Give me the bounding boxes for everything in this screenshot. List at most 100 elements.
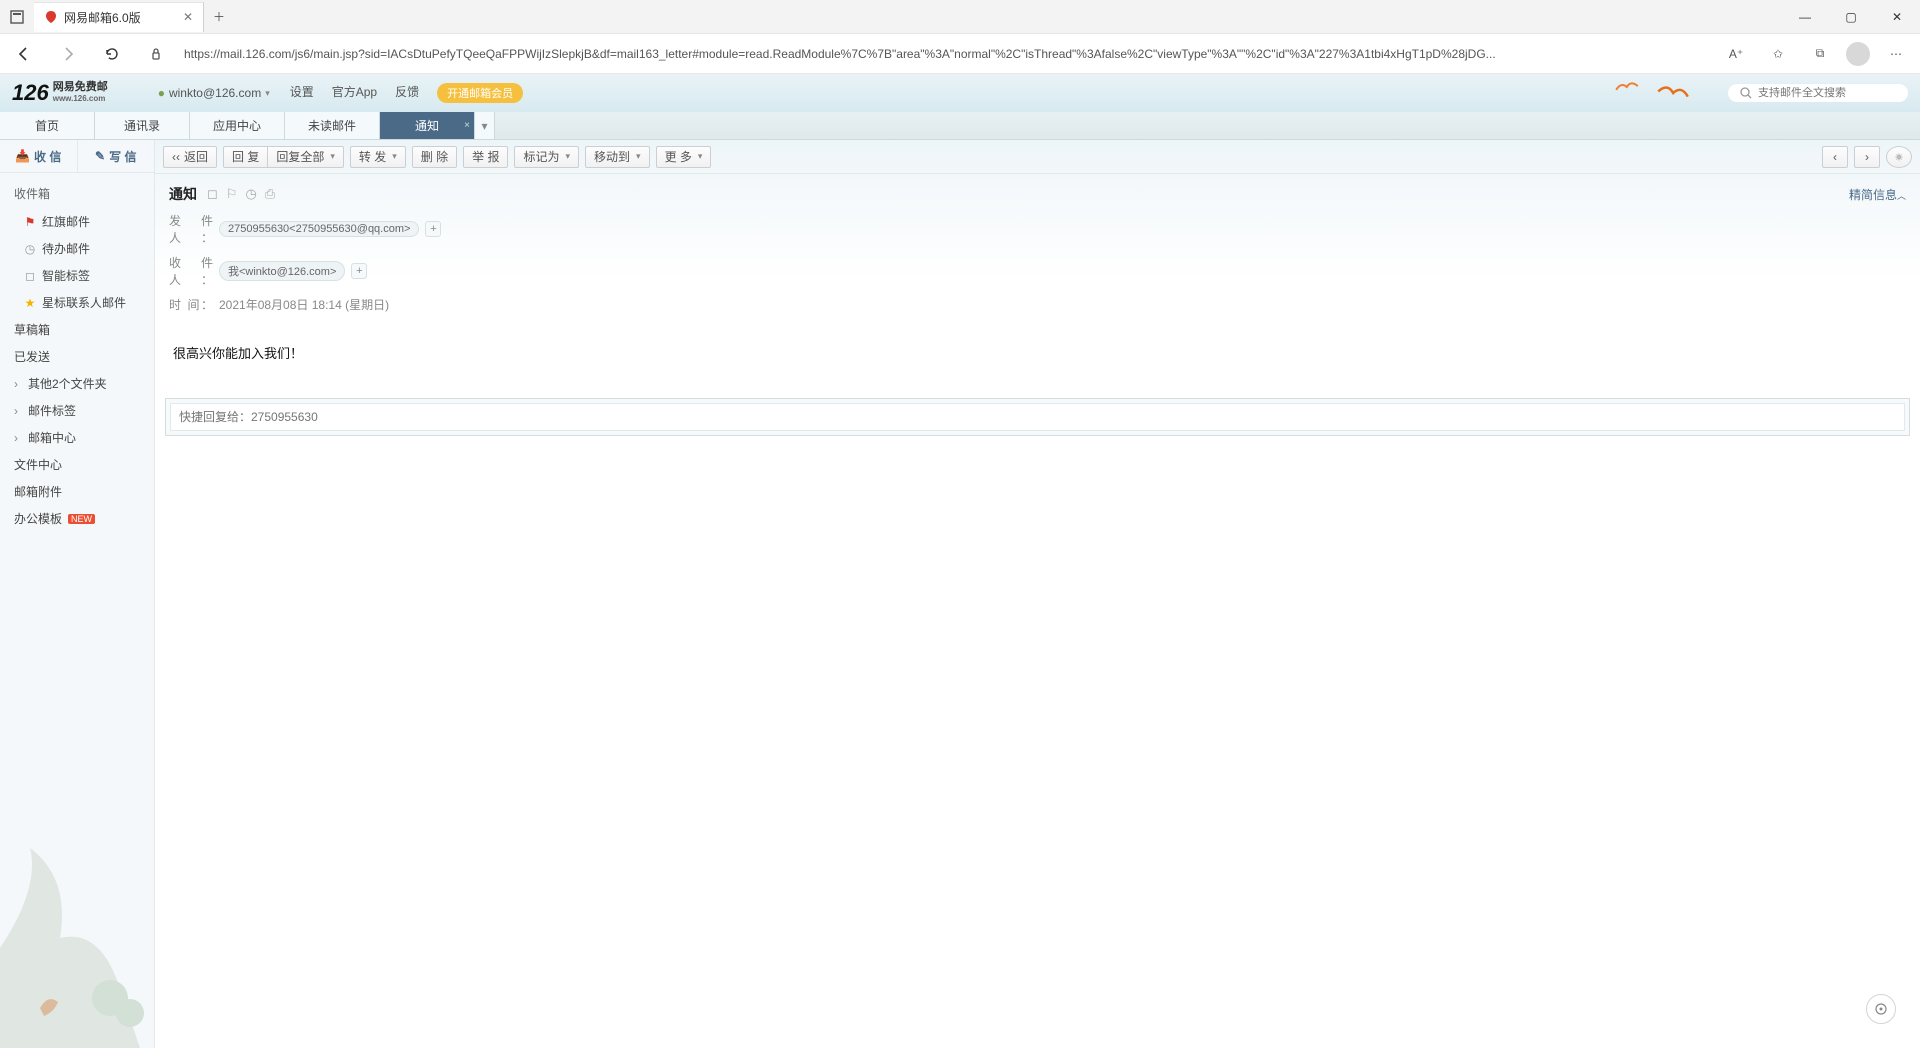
- chevron-right-icon: ›: [14, 377, 18, 391]
- bird-decoration-icon: [1654, 79, 1692, 109]
- link-feedback[interactable]: 反馈: [395, 83, 419, 103]
- window-close-button[interactable]: ✕: [1874, 0, 1920, 34]
- sidebar-flag[interactable]: ⚑红旗邮件: [0, 208, 154, 235]
- browser-tab-bar: 网易邮箱6.0版 ✕ ＋ ― ▢ ✕: [0, 0, 1920, 34]
- time-label: 时 间：: [169, 296, 213, 313]
- new-tab-button[interactable]: ＋: [204, 2, 234, 32]
- back-icon: ‹‹: [172, 150, 180, 164]
- flag-icon[interactable]: ⚐: [226, 186, 238, 202]
- nav-forward-button[interactable]: [52, 38, 84, 70]
- compose-icon: ✎: [95, 149, 105, 163]
- next-mail-button[interactable]: ›: [1854, 146, 1880, 168]
- logo-number: 126: [12, 80, 49, 106]
- more-button[interactable]: 更 多: [656, 146, 712, 168]
- quick-reply-input[interactable]: [170, 403, 1905, 431]
- vip-button[interactable]: 开通邮箱会员: [437, 83, 523, 103]
- compose-label: 写 信: [109, 148, 136, 165]
- recipient-label: 收件人：: [169, 254, 213, 288]
- nav-refresh-button[interactable]: [96, 38, 128, 70]
- mail-subject: 通知: [169, 184, 197, 204]
- delete-button[interactable]: 删 除: [412, 146, 457, 168]
- print-icon[interactable]: ⎙: [265, 186, 275, 202]
- browser-tab-active[interactable]: 网易邮箱6.0版 ✕: [34, 2, 204, 32]
- tab-add-button[interactable]: ▾: [475, 112, 495, 139]
- bird-decoration-icon: [1613, 77, 1642, 99]
- sidebar-files[interactable]: 文件中心: [0, 451, 154, 478]
- link-settings[interactable]: 设置: [290, 83, 314, 103]
- nav-back-button[interactable]: [8, 38, 40, 70]
- logo-text: 网易免费邮www.126.com: [53, 82, 108, 104]
- sidebar-attach[interactable]: 邮箱附件: [0, 478, 154, 505]
- window-controls: ― ▢ ✕: [1782, 0, 1920, 34]
- sidebar-star[interactable]: ★星标联系人邮件: [0, 289, 154, 316]
- back-button[interactable]: ‹‹返回: [163, 146, 217, 168]
- window-minimize-button[interactable]: ―: [1782, 0, 1828, 34]
- prev-mail-button[interactable]: ‹: [1822, 146, 1848, 168]
- search-input[interactable]: [1758, 87, 1900, 99]
- receive-label: 收 信: [34, 148, 61, 165]
- favorite-icon[interactable]: ✩: [1762, 38, 1794, 70]
- sidebar-office[interactable]: 办公模板 NEW: [0, 505, 154, 532]
- sidebar-smart[interactable]: ◻智能标签: [0, 262, 154, 289]
- tab-notice[interactable]: 通知 ×: [380, 112, 475, 139]
- mail-toolbar: ‹‹返回 回 复 回复全部 转 发 删 除 举 报 标记为 移动到 更 多 ‹ …: [155, 140, 1920, 174]
- tab-overview-icon[interactable]: [0, 0, 34, 34]
- inbox-icon: 📥: [15, 149, 30, 163]
- search-icon: [1740, 87, 1752, 99]
- reply-all-button[interactable]: 回复全部: [267, 146, 344, 168]
- account-email: winkto@126.com: [169, 86, 261, 100]
- tab-contacts[interactable]: 通讯录: [95, 112, 190, 139]
- clock-icon[interactable]: ◷: [245, 186, 256, 202]
- chevron-down-icon: ▾: [265, 88, 270, 99]
- add-recipient-button[interactable]: +: [351, 263, 367, 279]
- settings-gear-button[interactable]: [1886, 146, 1912, 168]
- tab-close-icon[interactable]: ✕: [183, 10, 193, 24]
- mail-time: 2021年08月08日 18:14 (星期日): [219, 296, 389, 313]
- compose-button[interactable]: ✎ 写 信: [78, 140, 155, 172]
- bookmark-icon[interactable]: ◻: [207, 186, 218, 202]
- chevron-right-icon: ›: [14, 404, 18, 418]
- sidebar-sent[interactable]: 已发送: [0, 343, 154, 370]
- sidebar-other[interactable]: ›其他2个文件夹: [0, 370, 154, 397]
- window-maximize-button[interactable]: ▢: [1828, 0, 1874, 34]
- sidebar-draft[interactable]: 草稿箱: [0, 316, 154, 343]
- logo[interactable]: 126 网易免费邮www.126.com: [12, 80, 108, 106]
- sender-chip[interactable]: 2750955630<2750955630@qq.com>: [219, 221, 419, 237]
- recipient-chip[interactable]: 我<winkto@126.com>: [219, 261, 345, 281]
- forward-button[interactable]: 转 发: [350, 146, 406, 168]
- clock-icon: ◷: [24, 242, 36, 256]
- target-icon: [1874, 1002, 1888, 1016]
- tab-unread[interactable]: 未读邮件: [285, 112, 380, 139]
- site-info-icon[interactable]: [140, 38, 172, 70]
- address-bar[interactable]: https://mail.126.com/js6/main.jsp?sid=IA…: [184, 47, 1708, 61]
- tab-close-icon[interactable]: ×: [464, 120, 470, 131]
- tab-home[interactable]: 首页: [0, 112, 95, 139]
- new-badge: NEW: [68, 514, 95, 524]
- add-sender-button[interactable]: +: [425, 221, 441, 237]
- flag-icon: ⚑: [24, 215, 36, 229]
- sidebar-tags[interactable]: ›邮件标签: [0, 397, 154, 424]
- sidebar-center[interactable]: ›邮箱中心: [0, 424, 154, 451]
- account-dropdown[interactable]: ● winkto@126.com ▾: [158, 86, 270, 100]
- favicon-icon: [44, 10, 58, 24]
- star-icon: ★: [24, 296, 36, 310]
- profile-avatar[interactable]: [1846, 42, 1870, 66]
- sidebar-inbox[interactable]: 收件箱: [0, 179, 154, 208]
- move-button[interactable]: 移动到: [585, 146, 650, 168]
- tab-apps[interactable]: 应用中心: [190, 112, 285, 139]
- collections-icon[interactable]: ⧉: [1804, 38, 1836, 70]
- link-official-app[interactable]: 官方App: [332, 83, 377, 103]
- spam-button[interactable]: 举 报: [463, 146, 508, 168]
- sidebar-todo[interactable]: ◷待办邮件: [0, 235, 154, 262]
- reply-button[interactable]: 回 复: [223, 146, 267, 168]
- receive-button[interactable]: 📥 收 信: [0, 140, 78, 172]
- browser-menu-icon[interactable]: ⋯: [1880, 38, 1912, 70]
- mail-body: 很高兴你能加入我们！: [169, 313, 1906, 382]
- scroll-target-button[interactable]: [1866, 994, 1896, 1024]
- mark-button[interactable]: 标记为: [514, 146, 579, 168]
- summary-toggle[interactable]: 精简信息︿: [1849, 186, 1906, 203]
- gear-icon: [1895, 150, 1903, 164]
- mail-header: 126 网易免费邮www.126.com ● winkto@126.com ▾ …: [0, 74, 1920, 112]
- search-box[interactable]: [1728, 84, 1908, 102]
- read-aloud-icon[interactable]: A⁺: [1720, 38, 1752, 70]
